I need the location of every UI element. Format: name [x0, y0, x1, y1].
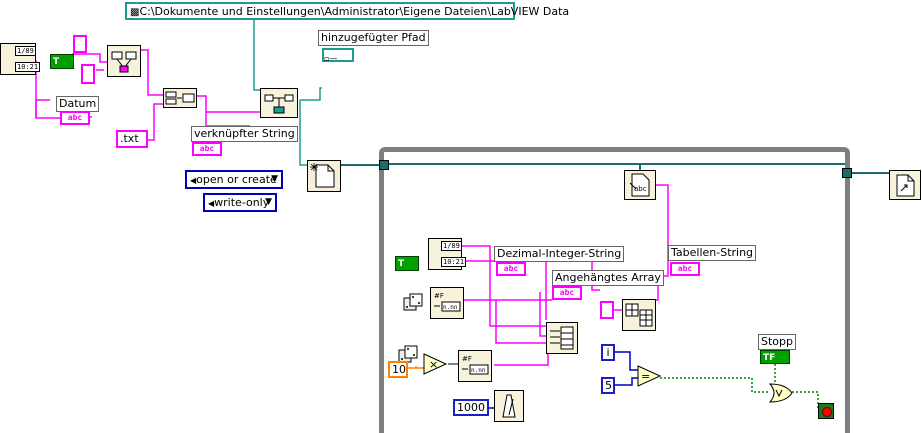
svg-text:n.nn: n.nn	[443, 304, 458, 311]
boolean-constant-true-inner[interactable]: T	[395, 256, 419, 271]
open-create-replace-file-icon[interactable]	[307, 160, 341, 192]
dice-glyph	[403, 293, 423, 311]
close-file-glyph	[896, 174, 915, 197]
date-time-icon-inner[interactable]: 1/89 10:21	[428, 238, 467, 270]
equal-icon[interactable]: =	[636, 364, 662, 388]
path-constant[interactable]: ▩C:\Dokumente und Einstellungen\Administ…	[125, 2, 569, 20]
constant-1000[interactable]: 1000	[453, 399, 489, 416]
or-glyph	[768, 383, 793, 403]
label-stopp: Stopp	[758, 334, 796, 350]
txt-extension-constant[interactable]: .txt	[116, 130, 148, 148]
insert-array-icon[interactable]	[600, 301, 614, 319]
label-angehaengtes-array: Angehängtes Array	[552, 270, 664, 286]
svg-text:#F: #F	[434, 292, 444, 300]
datum-terminal[interactable]: abc	[60, 111, 90, 125]
build-path-glyph	[111, 51, 137, 73]
svg-text:n.nn: n.nn	[471, 367, 486, 374]
open-mode-enum[interactable]: ◀open or create ▼	[185, 170, 283, 189]
metronome-glyph	[502, 394, 516, 418]
concatenate-strings-icon[interactable]	[163, 88, 197, 108]
wait-ms-icon[interactable]	[494, 390, 524, 422]
or-icon[interactable]	[768, 382, 794, 404]
build-array-glyph	[550, 326, 574, 350]
svg-text:×: ×	[429, 358, 438, 371]
close-file-icon[interactable]	[889, 170, 921, 200]
hinzugefuegter-pfad-terminal[interactable]: ▫—	[322, 48, 354, 63]
concatenate-glyph	[165, 91, 195, 105]
build-path-node-icon[interactable]	[260, 88, 298, 118]
dropdown-arrow-icon[interactable]: ▼	[265, 195, 272, 210]
stop-terminal-icon[interactable]	[818, 403, 834, 419]
spreadsheet-glyph	[625, 303, 653, 327]
format-into-string-icon-2[interactable]: #F n.nn	[458, 350, 492, 382]
dezimal-integer-string-terminal[interactable]: abc	[496, 262, 526, 276]
format-string-glyph-2: #F n.nn	[462, 355, 489, 375]
stopp-terminal[interactable]: TF	[760, 350, 790, 364]
dropdown-arrow-icon[interactable]: ▼	[271, 172, 278, 187]
date-time-icon[interactable]: 1/89 10:21	[0, 43, 41, 75]
equal-glyph: =	[637, 365, 662, 387]
label-hinzugefuegter-pfad: hinzugefügter Pfad	[318, 30, 429, 46]
random-number-icon[interactable]	[402, 292, 424, 314]
write-file-glyph: abc	[629, 173, 650, 197]
tabellen-string-terminal[interactable]: abc	[670, 262, 700, 276]
format-into-string-icon[interactable]: #F n.nn	[430, 287, 464, 319]
label-verknuepfter-string: verknüpfter String	[191, 126, 298, 142]
loop-iteration-terminal: i	[601, 344, 615, 361]
string-constant-empty[interactable]	[81, 64, 95, 84]
verknuepfter-string-terminal[interactable]: abc	[192, 142, 222, 156]
label-dezimal-integer-string: Dezimal-Integer-String	[494, 246, 625, 262]
loop-tunnel-left	[379, 160, 389, 170]
label-datum: Datum	[56, 96, 100, 112]
write-to-text-file-icon[interactable]: abc	[624, 170, 656, 200]
angehaengtes-array-terminal[interactable]: abc	[552, 286, 582, 300]
build-path-icon[interactable]	[107, 45, 141, 77]
path-indicator-icon: ▫—	[324, 54, 338, 63]
constant-10[interactable]: 10	[388, 361, 408, 378]
file-open-glyph	[310, 163, 335, 188]
access-mode-enum[interactable]: ◀write-only ▼	[203, 193, 277, 212]
path-separator-constant[interactable]	[73, 35, 87, 53]
label-tabellen-string: Tabellen-String	[668, 245, 757, 261]
svg-text:=: =	[641, 370, 650, 383]
constant-5[interactable]: 5	[601, 377, 615, 394]
build-path-node-glyph	[264, 94, 294, 114]
multiply-icon[interactable]: ×	[422, 352, 448, 376]
loop-tunnel-right	[842, 168, 852, 178]
array-to-spreadsheet-string-icon[interactable]	[622, 299, 656, 331]
svg-text:#F: #F	[462, 355, 472, 363]
multiply-glyph: ×	[423, 353, 448, 375]
boolean-constant-true[interactable]: T	[50, 54, 74, 69]
stop-indicator-icon	[822, 407, 832, 417]
format-string-glyph: #F n.nn	[434, 292, 461, 312]
build-array-icon[interactable]	[546, 322, 578, 354]
